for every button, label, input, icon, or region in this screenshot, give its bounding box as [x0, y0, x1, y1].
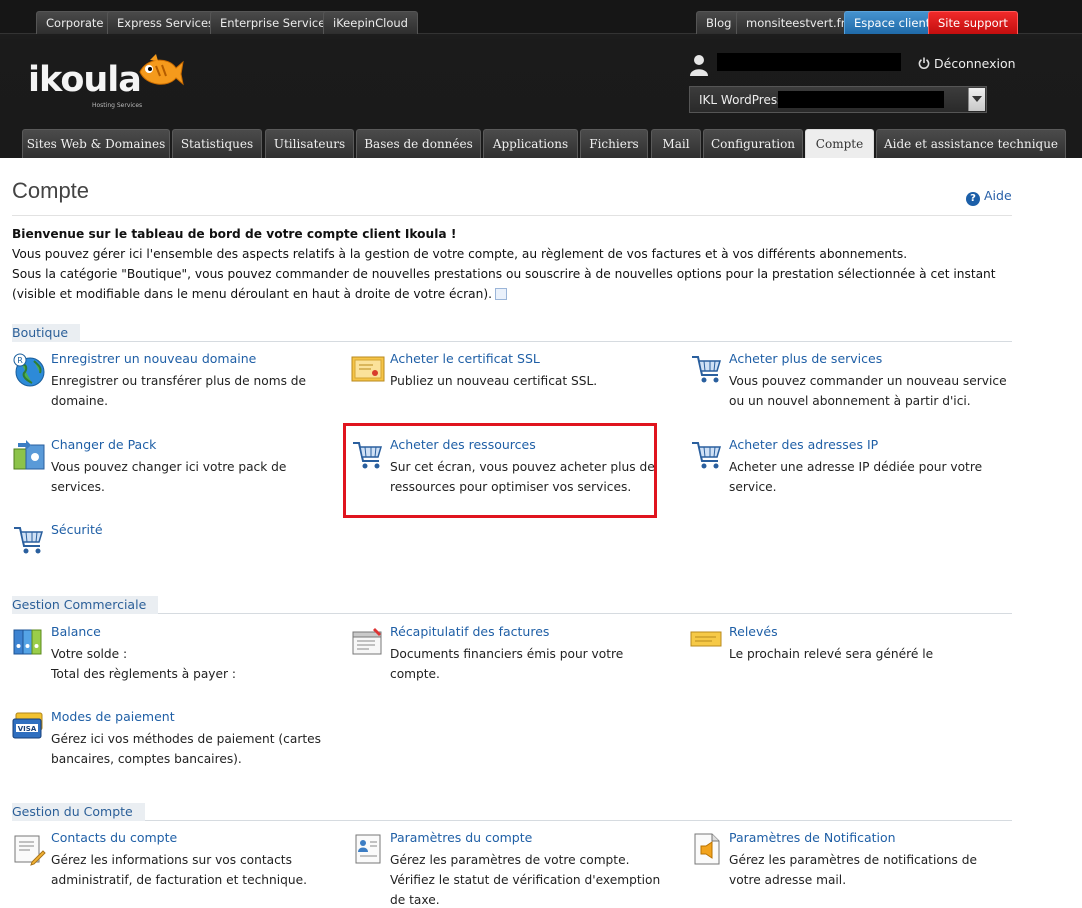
boutique-change-pack-desc: Vous pouvez changer ici votre pack de se…: [51, 460, 287, 494]
section-boutique-rule: [12, 341, 1012, 342]
boutique-ssl-certificate-desc: Publiez un nouveau certificat SSL.: [390, 374, 598, 388]
invoice-icon: [352, 628, 382, 655]
compte-contacts-title[interactable]: Contacts du compte: [51, 830, 177, 845]
section-gestion-commerciale-heading: Gestion Commerciale: [12, 596, 159, 614]
shopping-cart-icon: [14, 527, 44, 554]
section-gestion-compte-heading: Gestion du Compte: [12, 803, 145, 821]
power-icon: [918, 57, 930, 69]
svg-text:VISA: VISA: [18, 725, 37, 733]
credit-card-icon: VISA: [12, 712, 43, 739]
redacted-pack-name: [778, 91, 944, 108]
help-popup-icon[interactable]: [495, 288, 508, 300]
tab-utilisateurs[interactable]: Utilisateurs: [265, 129, 354, 158]
help-icon: ?: [966, 192, 980, 206]
compte-account-settings-desc: Gérez les paramètres de votre compte. Vé…: [390, 853, 661, 907]
tab-mail[interactable]: Mail: [651, 129, 701, 158]
commerciale-statements-desc: Le prochain relevé sera généré le: [729, 647, 934, 661]
boutique-buy-ip-addresses-desc: Acheter une adresse IP dédiée pour votre…: [729, 460, 983, 494]
logout-label: Déconnexion: [934, 56, 1016, 71]
boutique-more-services-title[interactable]: Acheter plus de services: [729, 351, 882, 366]
binders-icon: [13, 629, 42, 655]
pack-select[interactable]: IKL WordPress: [689, 86, 987, 113]
section-gestion-compte: Gestion du Compte: [12, 803, 1012, 821]
pack-select-label: IKL WordPress: [699, 93, 784, 107]
boutique-more-services-desc: Vous pouvez commander un nouveau service…: [729, 374, 1007, 408]
shopping-cart-icon: [692, 442, 722, 469]
certificate-icon: [351, 356, 385, 382]
boutique-register-domain-desc: Enregistrer ou transférer plus de noms d…: [51, 374, 307, 408]
intro-line-account: Vous pouvez gérer ici l'ensemble des asp…: [12, 247, 908, 261]
boutique-security-title[interactable]: Sécurité: [51, 522, 103, 537]
intro-welcome: Bienvenue sur le tableau de bord de votr…: [12, 227, 457, 241]
logo-wordmark: ikoula: [28, 60, 142, 100]
section-boutique: Boutique: [12, 324, 1012, 342]
section-gestion-commerciale-rule: [12, 613, 1012, 614]
commerciale-payment-methods-desc: Gérez ici vos méthodes de paiement (cart…: [51, 732, 321, 766]
section-boutique-heading: Boutique: [12, 324, 81, 342]
logout-link[interactable]: Déconnexion: [918, 56, 1016, 71]
top-tab-blog[interactable]: Blog: [696, 11, 742, 34]
commerciale-invoice-summary-title[interactable]: Récapitulatif des factures: [390, 624, 549, 639]
user-icon: [690, 55, 708, 76]
top-tab-monsiteestvert[interactable]: monsiteestvert.fr: [736, 11, 856, 34]
tab-configuration[interactable]: Configuration: [703, 129, 803, 158]
help-link[interactable]: ? Aide: [966, 188, 1012, 206]
logo-tagline: Hosting Services: [92, 102, 143, 109]
tab-sites-web-domaines[interactable]: Sites Web & Domaines: [22, 129, 170, 158]
contacts-icon: [14, 835, 46, 866]
section-gestion-compte-rule: [12, 820, 1012, 821]
boutique-ssl-certificate-title[interactable]: Acheter le certificat SSL: [390, 351, 540, 366]
tab-applications[interactable]: Applications: [483, 129, 578, 158]
tab-fichiers[interactable]: Fichiers: [580, 129, 648, 158]
section-gestion-commerciale: Gestion Commerciale: [12, 596, 1012, 614]
svg-text:R: R: [17, 356, 23, 365]
chevron-down-icon: [972, 96, 982, 102]
help-label: Aide: [984, 188, 1012, 203]
tab-bases-de-donnees[interactable]: Bases de données: [356, 129, 481, 158]
tab-statistiques[interactable]: Statistiques: [172, 129, 262, 158]
boutique-change-pack-title[interactable]: Changer de Pack: [51, 437, 156, 452]
globe-icon: R: [13, 353, 45, 387]
boutique-register-domain-title[interactable]: Enregistrer un nouveau domaine: [51, 351, 256, 366]
commerciale-payment-methods-title[interactable]: Modes de paiement: [51, 709, 175, 724]
statement-icon: [690, 631, 722, 647]
top-tab-enterprise-services[interactable]: Enterprise Services: [210, 11, 342, 34]
top-tab-espace-client[interactable]: Espace client: [844, 11, 941, 34]
commerciale-statements-title[interactable]: Relevés: [729, 624, 778, 639]
compte-notification-settings-desc: Gérez les paramètres de notifications de…: [729, 853, 977, 887]
site-header: Corporate Express Services Enterprise Se…: [0, 0, 1082, 158]
tab-compte[interactable]: Compte: [805, 129, 874, 158]
shopping-cart-icon: [692, 356, 722, 383]
highlight-box: [343, 423, 657, 518]
title-divider: [12, 215, 1012, 216]
top-tab-express-services[interactable]: Express Services: [107, 11, 225, 34]
top-tab-ikeepincloud[interactable]: iKeepinCloud: [323, 11, 418, 34]
commerciale-balance-desc: Votre solde : Total des règlements à pay…: [51, 647, 237, 681]
commerciale-invoice-summary-desc: Documents financiers émis pour votre com…: [390, 647, 624, 681]
notification-icon: [694, 833, 720, 865]
pack-select-arrow[interactable]: [968, 88, 985, 111]
ikoula-logo[interactable]: ikoula Hosting Services: [28, 52, 188, 112]
page-title: Compte: [12, 178, 90, 203]
pack-icon: [13, 440, 45, 470]
intro-text: Bienvenue sur le tableau de bord de votr…: [12, 224, 1016, 304]
top-tab-corporate[interactable]: Corporate: [36, 11, 114, 34]
compte-contacts-desc: Gérez les informations sur vos contacts …: [51, 853, 307, 887]
top-tab-site-support[interactable]: Site support: [928, 11, 1018, 34]
compte-notification-settings-title[interactable]: Paramètres de Notification: [729, 830, 896, 845]
tab-aide-assistance[interactable]: Aide et assistance technique: [876, 129, 1066, 158]
compte-account-settings-title[interactable]: Paramètres du compte: [390, 830, 532, 845]
commerciale-balance-title[interactable]: Balance: [51, 624, 101, 639]
redacted-username: [717, 53, 901, 71]
fish-icon: [139, 54, 184, 86]
intro-line-boutique: Sous la catégorie "Boutique", vous pouve…: [12, 264, 1016, 304]
boutique-buy-ip-addresses-title[interactable]: Acheter des adresses IP: [729, 437, 878, 452]
account-settings-icon: [355, 834, 381, 864]
